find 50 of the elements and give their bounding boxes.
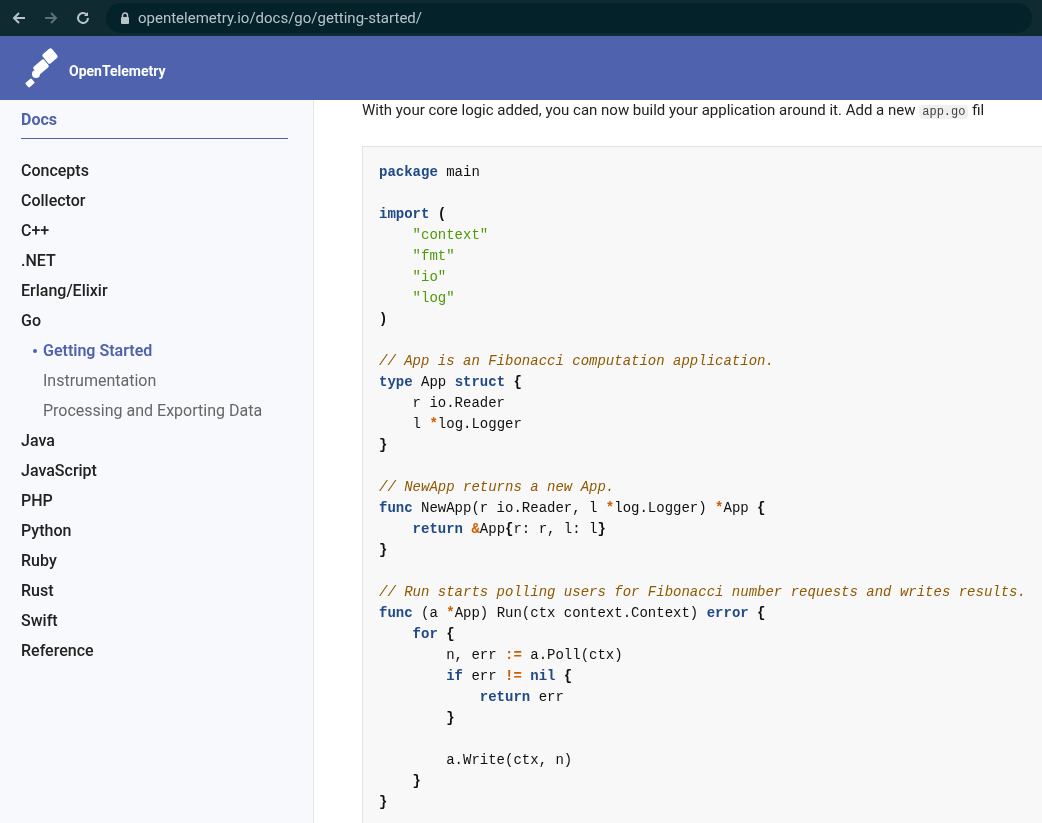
sidebar-link[interactable]: Collector xyxy=(21,186,288,216)
sidebar-link[interactable]: Getting Started xyxy=(21,336,288,366)
sidebar-link[interactable]: Ruby xyxy=(21,546,288,576)
code-line: // NewApp returns a new App. xyxy=(379,478,616,497)
sidebar-link[interactable]: Rust xyxy=(21,576,288,606)
code-line: "log" xyxy=(411,289,456,308)
code-line: func (a *App) Run(ctx context.Context) error { xyxy=(379,604,767,623)
code-line: type App struct { xyxy=(379,373,523,392)
logo-text[interactable]: OpenTelemetry xyxy=(69,61,166,82)
code-line: func NewApp(r io.Reader, l *log.Logger) *App { xyxy=(379,499,767,518)
sidebar-link[interactable]: JavaScript xyxy=(21,456,288,486)
code-line: } xyxy=(379,793,389,812)
sidebar-link[interactable]: Erlang/Elixir xyxy=(21,276,288,306)
sidebar-link[interactable]: C++ xyxy=(21,216,288,246)
code-line: } xyxy=(445,709,456,728)
code-line: ) xyxy=(379,310,389,329)
lock-icon xyxy=(120,12,130,24)
sidebar-link[interactable]: Processing and Exporting Data xyxy=(21,396,288,426)
sidebar-link[interactable]: Go xyxy=(21,306,288,336)
reload-icon[interactable] xyxy=(74,9,92,27)
sidebar-link[interactable]: .NET xyxy=(21,246,288,276)
sidebar-link[interactable]: Swift xyxy=(21,606,288,636)
address-bar[interactable]: opentelemetry.io/docs/go/getting-started/ xyxy=(106,3,1032,33)
code-line: } xyxy=(379,541,389,560)
code-line: // Run starts polling users for Fibonacci number requests and writes results. xyxy=(379,583,1027,602)
code-line: return &App{r: r, l: l} xyxy=(411,520,607,539)
code-line: if err != nil { xyxy=(445,667,574,686)
code-line: a.Write(ctx, n) xyxy=(445,751,574,770)
code-line: // App is an Fibonacci computation application. xyxy=(379,352,775,371)
code-line: "fmt" xyxy=(411,247,456,266)
code-line: } xyxy=(379,436,389,455)
sidebar-link[interactable]: Python xyxy=(21,516,288,546)
code-line: n, err := a.Poll(ctx) xyxy=(445,646,624,665)
sidebar-link[interactable]: PHP xyxy=(21,486,288,516)
code-line: r io.Reader xyxy=(411,394,507,413)
sidebar-link[interactable]: Reference xyxy=(21,636,288,666)
code-line: } xyxy=(411,772,422,791)
sidebar-title[interactable]: Docs xyxy=(21,110,288,139)
code-line: "context" xyxy=(411,226,490,245)
sidebar-link[interactable]: Concepts xyxy=(21,156,288,186)
code-line: for { xyxy=(411,625,456,644)
sidebar-link[interactable]: Java xyxy=(21,426,288,456)
code-line: return err xyxy=(478,688,565,707)
code-line: import ( xyxy=(379,205,448,224)
code-line: l *log.Logger xyxy=(411,415,523,434)
code-line: "io" xyxy=(411,268,448,287)
sidebar-link[interactable]: Instrumentation xyxy=(21,366,288,396)
url-text: opentelemetry.io/docs/go/getting-started/ xyxy=(138,7,422,29)
intro-paragraph: With your core logic added, you can now build your application around it. Add a new app.go fil xyxy=(362,100,986,121)
code-line: package main xyxy=(379,163,481,182)
